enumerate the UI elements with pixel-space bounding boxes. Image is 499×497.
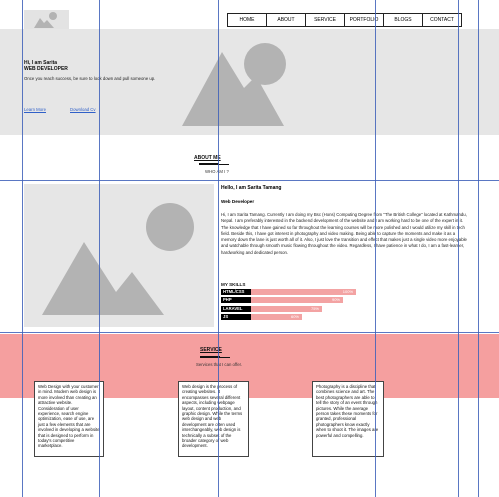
- hero-greeting: Hi, I am Sarita WEB DEVELOPER: [24, 60, 68, 72]
- guide-line: [478, 0, 479, 497]
- about-bio: Hi, I am Sarita Tamang. Currently I am d…: [221, 212, 467, 255]
- skill-percent: 100%: [342, 289, 353, 294]
- service-card-web-design-process: Web design is the process of creating we…: [178, 381, 249, 457]
- skill-row: 100% HTML/CSS: [221, 289, 356, 295]
- hero-tagline: Once you reach success, be sure to look …: [24, 76, 156, 81]
- skill-label: JS: [221, 314, 251, 321]
- skill-label: PHP: [221, 297, 251, 304]
- learn-more-link[interactable]: Learn More: [24, 107, 46, 112]
- nav-home[interactable]: HOME: [227, 13, 267, 27]
- service-title-bar: [200, 356, 220, 358]
- skills-list: 100% HTML/CSS 90% PHP 75% LARAVEL 60% JS: [221, 289, 356, 323]
- nav-about[interactable]: ABOUT: [266, 13, 306, 27]
- nav-portfolio[interactable]: PORTFOLIO: [344, 13, 384, 27]
- nav-blogs[interactable]: BLOGS: [383, 13, 423, 27]
- guide-line: [99, 0, 100, 497]
- about-title-bar: [199, 163, 219, 165]
- skill-row: 60% JS: [221, 314, 356, 321]
- service-card-web-design: Web Design with your customer in mind. M…: [34, 381, 104, 457]
- skills-title: MY SKILLS: [221, 282, 246, 287]
- guide-line: [218, 0, 219, 497]
- guide-line: [458, 0, 459, 497]
- guide-line: [375, 0, 376, 497]
- guide-line: [0, 332, 499, 333]
- service-subtitle: Services that I can offer.: [196, 362, 243, 367]
- about-image: [24, 184, 214, 327]
- skill-percent: 75%: [310, 305, 319, 311]
- skill-percent: 60%: [290, 314, 299, 320]
- skill-row: 90% PHP: [221, 297, 356, 304]
- logo-image-icon: [34, 12, 57, 28]
- nav-service[interactable]: SERVICE: [305, 13, 345, 27]
- guide-line: [22, 0, 23, 497]
- about-heading: Hello, I am Sarita Tamang: [221, 185, 282, 191]
- main-nav: HOME ABOUT SERVICE PORTFOLIO BLOGS CONTA…: [227, 13, 462, 27]
- hero-image-icon: [182, 43, 286, 126]
- about-title-bar-thin: [219, 163, 229, 165]
- about-role: Web Developer: [221, 199, 255, 204]
- service-title-bar-thin: [220, 356, 230, 358]
- nav-contact[interactable]: CONTACT: [422, 13, 462, 27]
- download-cv-link[interactable]: Download Cv: [70, 107, 96, 112]
- guide-line: [0, 180, 499, 181]
- about-title: ABOUT ME: [194, 155, 221, 161]
- logo[interactable]: [24, 10, 69, 31]
- skill-row: 75% LARAVEL: [221, 305, 356, 312]
- skill-label: LARAVEL: [221, 305, 251, 312]
- skill-label: HTML/CSS: [221, 289, 251, 295]
- hero-greeting-role: WEB DEVELOPER: [24, 66, 68, 72]
- service-card-photography: Photography is a discipline that combine…: [312, 381, 384, 457]
- about-image-icon: [42, 203, 194, 315]
- skill-percent: 90%: [331, 297, 340, 303]
- about-subtitle: WHO AM I ?: [205, 169, 229, 174]
